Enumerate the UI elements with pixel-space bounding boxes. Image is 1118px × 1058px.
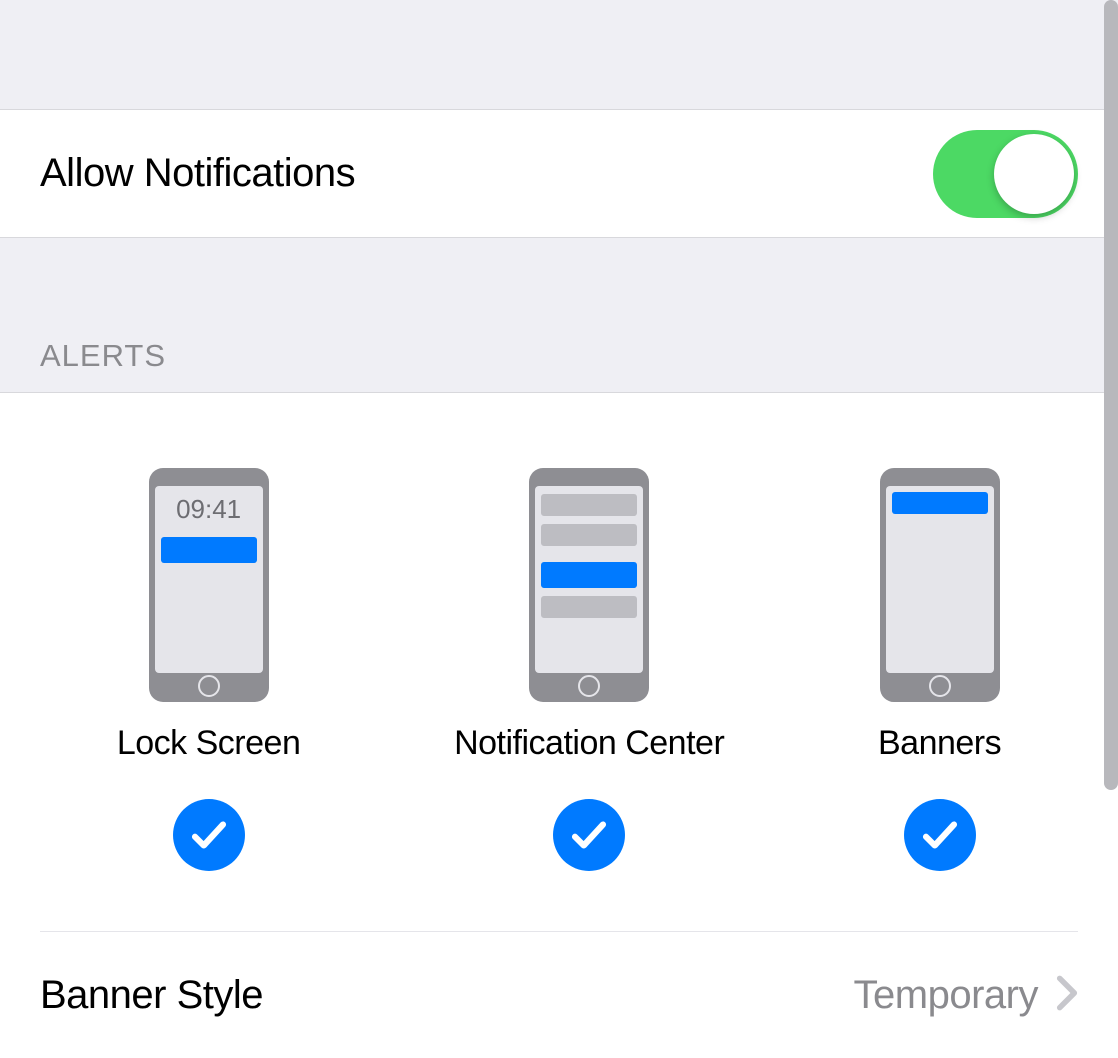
alert-option-lock-screen[interactable]: 09:41 Lock Screen [117,468,301,871]
banners-label: Banners [878,724,1001,763]
notification-center-phone-icon [529,468,649,702]
banner-style-value-container: Temporary [854,973,1078,1018]
alert-options-container: 09:41 Lock Screen [40,393,1078,932]
alerts-panel: 09:41 Lock Screen [0,393,1118,1058]
notif-bar [541,596,637,618]
banners-checkmark[interactable] [904,799,976,871]
banner-bar [892,492,988,514]
scrollbar[interactable] [1104,0,1118,790]
alerts-section-header: ALERTS [0,238,1118,393]
home-button-icon [198,675,220,697]
allow-notifications-toggle[interactable] [933,130,1078,218]
banner-style-value: Temporary [854,973,1038,1018]
lock-screen-label: Lock Screen [117,724,301,763]
notif-bar [541,524,637,546]
toggle-knob [994,134,1074,214]
lock-screen-phone-icon: 09:41 [149,468,269,702]
header-spacer [0,0,1118,110]
alert-option-notification-center[interactable]: Notification Center [454,468,724,871]
checkmark-icon [919,814,961,856]
lock-screen-checkmark[interactable] [173,799,245,871]
notification-center-label: Notification Center [454,724,724,763]
lock-screen-time: 09:41 [161,494,257,525]
home-button-icon [578,675,600,697]
home-button-icon [929,675,951,697]
notification-center-checkmark[interactable] [553,799,625,871]
notif-bar [541,494,637,516]
checkmark-icon [188,814,230,856]
banner-style-label: Banner Style [40,973,263,1018]
notif-bar-highlight [541,562,637,588]
lock-screen-notification-bar [161,537,257,563]
banner-style-row[interactable]: Banner Style Temporary [0,932,1118,1058]
allow-notifications-label: Allow Notifications [40,151,355,196]
allow-notifications-row: Allow Notifications [0,110,1118,238]
checkmark-icon [568,814,610,856]
banners-phone-icon [880,468,1000,702]
chevron-right-icon [1056,974,1078,1017]
alert-option-banners[interactable]: Banners [878,468,1001,871]
